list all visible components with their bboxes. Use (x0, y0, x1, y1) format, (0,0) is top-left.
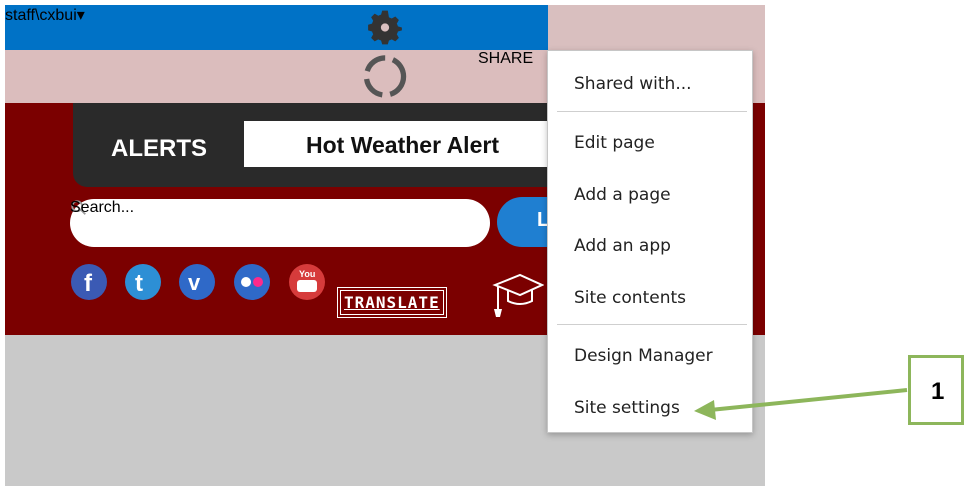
callout-number: 1 (931, 378, 945, 405)
callout-arrow (694, 388, 908, 420)
callout-box: 1 (908, 355, 964, 425)
